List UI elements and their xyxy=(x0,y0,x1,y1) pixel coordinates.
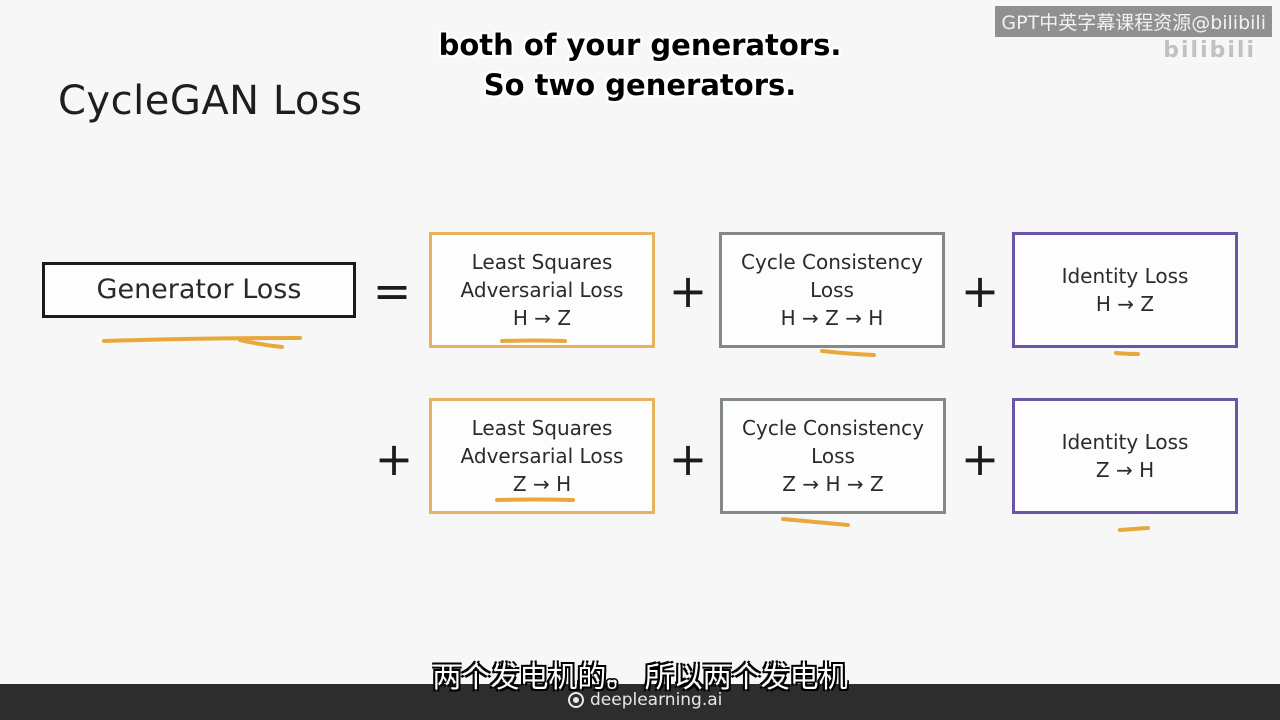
underline-row2-z-to-h xyxy=(495,497,575,502)
underline-row1-identity xyxy=(1114,351,1140,356)
underline-row2-identity xyxy=(1118,526,1150,532)
underline-row1-h-to-z xyxy=(500,338,567,343)
brand-label: deeplearning.ai xyxy=(590,690,723,710)
deeplearning-logo-icon xyxy=(568,692,584,708)
underline-row2-zhz xyxy=(781,517,850,527)
underline-generator-loss xyxy=(102,336,302,349)
brand-footer: deeplearning.ai xyxy=(568,690,722,710)
highlight-underlines xyxy=(102,336,1150,532)
underline-row1-hzh xyxy=(820,349,876,357)
